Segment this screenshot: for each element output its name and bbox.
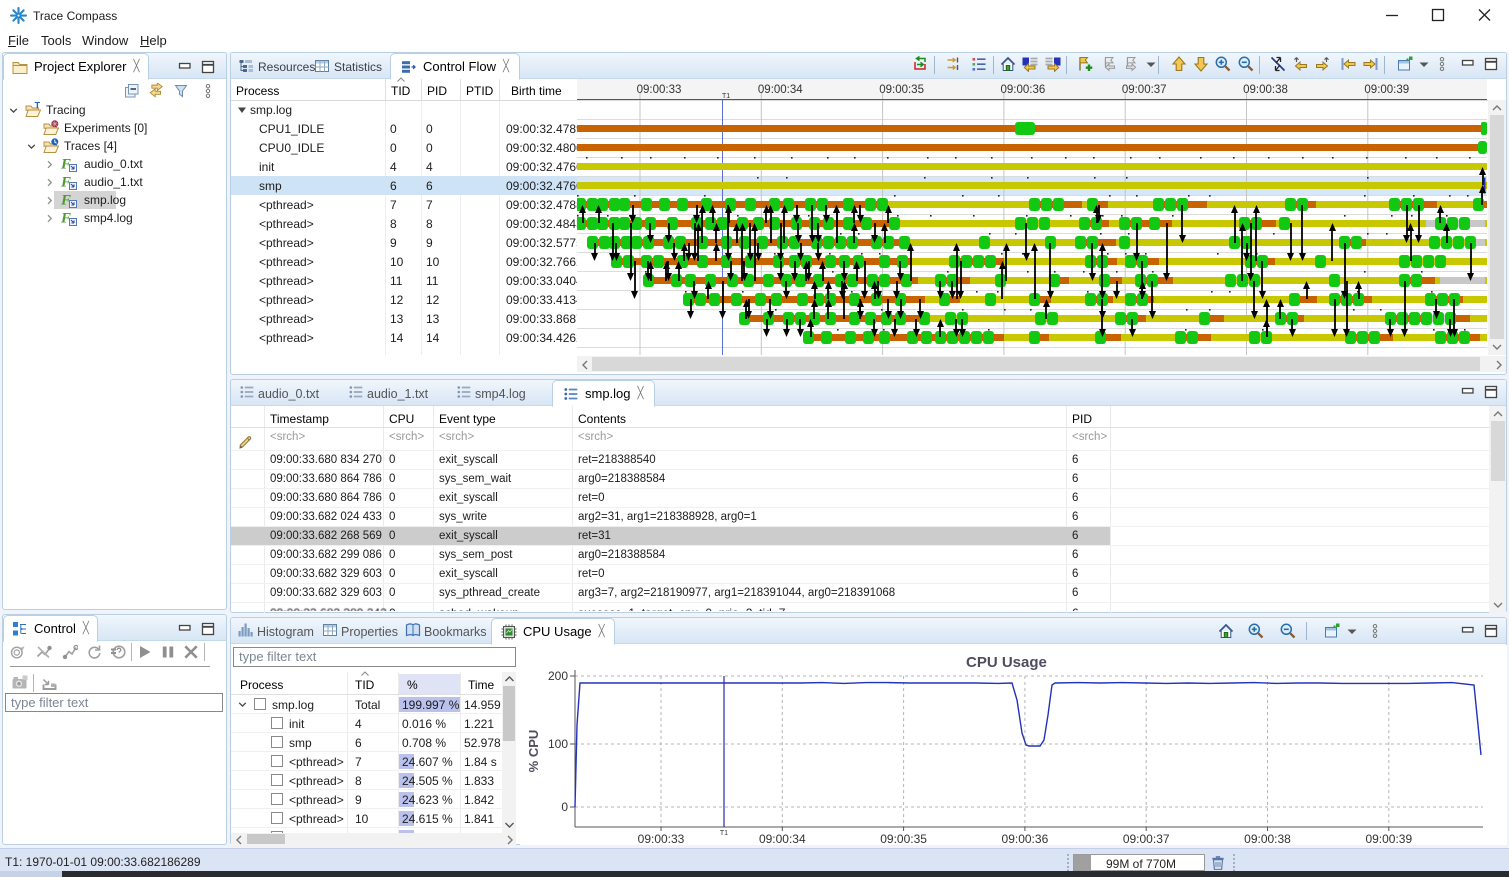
svg-text:09:00:36: 09:00:36: [1002, 832, 1049, 845]
svg-text:0: 0: [561, 800, 568, 814]
svg-text:09:00:39: 09:00:39: [1364, 84, 1409, 96]
svg-text:T1: T1: [720, 830, 728, 837]
svg-text:09:00:38: 09:00:38: [1244, 832, 1291, 845]
svg-text:09:00:33: 09:00:33: [638, 832, 685, 845]
svg-text:100: 100: [548, 737, 568, 751]
svg-text:T: T: [35, 102, 41, 111]
svg-text:% CPU: % CPU: [526, 730, 541, 773]
svg-text:09:00:37: 09:00:37: [1123, 832, 1170, 845]
svg-text:09:00:36: 09:00:36: [1001, 84, 1046, 96]
svg-text:09:00:35: 09:00:35: [879, 84, 924, 96]
svg-text:09:00:39: 09:00:39: [1365, 832, 1412, 845]
svg-text:09:00:35: 09:00:35: [880, 832, 927, 845]
svg-text:09:00:37: 09:00:37: [1122, 84, 1167, 96]
svg-text:T1: T1: [722, 93, 730, 100]
svg-text:09:00:34: 09:00:34: [759, 832, 806, 845]
svg-text:09:00:38: 09:00:38: [1243, 84, 1288, 96]
svg-text:200: 200: [548, 669, 568, 683]
svg-text:09:00:34: 09:00:34: [758, 84, 803, 96]
svg-text:09:00:33: 09:00:33: [637, 84, 682, 96]
